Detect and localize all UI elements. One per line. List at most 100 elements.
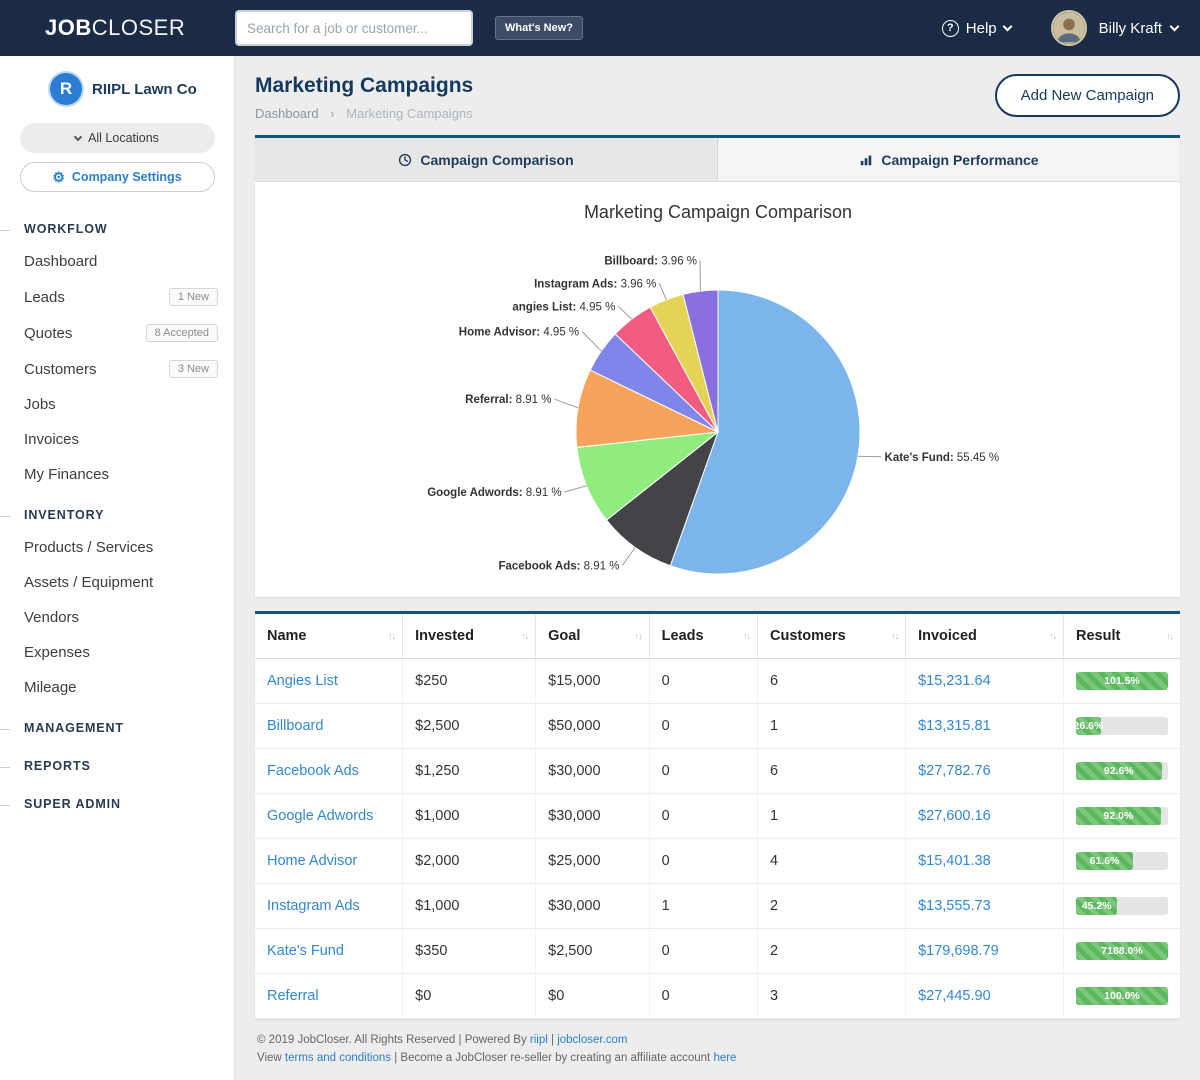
campaign-name-link[interactable]: Angies List xyxy=(267,673,338,689)
invoiced-amount-link[interactable]: $13,315.81 xyxy=(918,718,991,734)
sidebar-item-quotes[interactable]: Quotes8 Accepted xyxy=(0,315,234,351)
cell-customers: 3 xyxy=(757,974,905,1019)
cell-name: Facebook Ads xyxy=(255,749,403,794)
invoiced-amount-link[interactable]: $179,698.79 xyxy=(918,943,999,959)
nav-section-management[interactable]: MANAGEMENT xyxy=(0,705,234,743)
cell-invested: $350 xyxy=(403,929,536,974)
column-label: Goal xyxy=(548,628,580,644)
sidebar-item-dashboard[interactable]: Dashboard xyxy=(0,244,234,279)
sort-icon[interactable]: ↑↓ xyxy=(891,631,898,641)
campaign-name-link[interactable]: Billboard xyxy=(267,718,323,734)
sidebar-item-jobs[interactable]: Jobs xyxy=(0,387,234,422)
invoiced-amount-link[interactable]: $13,555.73 xyxy=(918,898,991,914)
result-progress-fill: 100.0% xyxy=(1076,987,1168,1005)
sort-icon[interactable]: ↑↓ xyxy=(635,631,642,641)
footer-text: View xyxy=(257,1052,285,1064)
column-header-customers[interactable]: Customers↑↓ xyxy=(757,614,905,659)
pie-chart-area: Marketing Campaign ComparisonKate's Fund… xyxy=(255,182,1180,597)
sort-icon[interactable]: ↑↓ xyxy=(1049,631,1056,641)
company-header: R RIIPL Lawn Co xyxy=(0,56,234,117)
result-progress-bar: 7188.0% xyxy=(1076,942,1168,960)
cell-goal: $0 xyxy=(536,974,650,1019)
page-header: Marketing Campaigns Dashboard › Marketin… xyxy=(255,74,1180,121)
chevron-down-icon xyxy=(1170,21,1180,31)
invoiced-amount-link[interactable]: $27,445.90 xyxy=(918,988,991,1004)
column-header-result[interactable]: Result↑↓ xyxy=(1064,614,1181,659)
tab-label: Campaign Comparison xyxy=(420,152,573,168)
main-content: Marketing Campaigns Dashboard › Marketin… xyxy=(235,56,1200,1080)
sidebar-item-expenses[interactable]: Expenses xyxy=(0,635,234,670)
sidebar-item-invoices[interactable]: Invoices xyxy=(0,422,234,457)
nav-section-reports[interactable]: REPORTS xyxy=(0,743,234,781)
sort-icon[interactable]: ↑↓ xyxy=(521,631,528,641)
campaign-name-link[interactable]: Google Adwords xyxy=(267,808,373,824)
nav-section-workflow[interactable]: WORKFLOW xyxy=(0,206,234,244)
company-logo: R xyxy=(50,73,82,105)
user-avatar[interactable] xyxy=(1051,10,1087,46)
affiliate-link[interactable]: here xyxy=(713,1052,736,1064)
sidebar-item-products-services[interactable]: Products / Services xyxy=(0,530,234,565)
sort-icon[interactable]: ↑↓ xyxy=(1166,631,1173,641)
locations-dropdown[interactable]: All Locations xyxy=(20,123,215,153)
sidebar-item-customers[interactable]: Customers3 New xyxy=(0,351,234,387)
sidebar-item-leads[interactable]: Leads1 New xyxy=(0,279,234,315)
table-row: Instagram Ads$1,000$30,00012$13,555.7345… xyxy=(255,884,1180,929)
bar-chart-icon xyxy=(859,153,873,167)
invoiced-amount-link[interactable]: $27,782.76 xyxy=(918,763,991,779)
sidebar-item-label: Dashboard xyxy=(24,253,218,270)
cell-result: 100.0% xyxy=(1064,974,1181,1019)
invoiced-amount-link[interactable]: $27,600.16 xyxy=(918,808,991,824)
nav-section-super-admin[interactable]: SUPER ADMIN xyxy=(0,781,234,819)
campaign-name-link[interactable]: Facebook Ads xyxy=(267,763,359,779)
tab-campaign-performance[interactable]: Campaign Performance xyxy=(717,138,1180,181)
help-menu[interactable]: ? Help xyxy=(942,20,1011,37)
footer-text: | Become a JobCloser re-seller by creati… xyxy=(391,1052,713,1064)
cell-result: 101.5% xyxy=(1064,659,1181,704)
riipl-link[interactable]: riipl xyxy=(530,1034,548,1046)
user-menu[interactable]: Billy Kraft xyxy=(1099,20,1178,37)
sidebar-item-assets-equipment[interactable]: Assets / Equipment xyxy=(0,565,234,600)
cell-invoiced: $13,555.73 xyxy=(906,884,1064,929)
company-settings-button[interactable]: ⚙ Company Settings xyxy=(20,162,215,192)
whats-new-button[interactable]: What's New? xyxy=(495,16,583,40)
cell-goal: $15,000 xyxy=(536,659,650,704)
column-header-name[interactable]: Name↑↓ xyxy=(255,614,403,659)
column-header-invoiced[interactable]: Invoiced↑↓ xyxy=(906,614,1064,659)
cell-goal: $30,000 xyxy=(536,749,650,794)
add-new-campaign-button[interactable]: Add New Campaign xyxy=(995,74,1180,117)
invoiced-amount-link[interactable]: $15,231.64 xyxy=(918,673,991,689)
campaign-name-link[interactable]: Home Advisor xyxy=(267,853,357,869)
result-progress-bar: 26.6% xyxy=(1076,717,1168,735)
tab-campaign-comparison[interactable]: Campaign Comparison xyxy=(255,138,717,181)
column-header-invested[interactable]: Invested↑↓ xyxy=(403,614,536,659)
sort-icon[interactable]: ↑↓ xyxy=(388,631,395,641)
breadcrumb-dashboard[interactable]: Dashboard xyxy=(255,106,319,121)
sidebar-item-badge: 3 New xyxy=(169,360,218,378)
nav-section-inventory[interactable]: INVENTORY xyxy=(0,492,234,530)
search-input[interactable] xyxy=(235,10,473,46)
campaign-name-link[interactable]: Instagram Ads xyxy=(267,898,360,914)
jobcloser-link[interactable]: jobcloser.com xyxy=(557,1034,627,1046)
cell-customers: 6 xyxy=(757,659,905,704)
terms-link[interactable]: terms and conditions xyxy=(285,1052,391,1064)
user-name: Billy Kraft xyxy=(1099,20,1162,37)
column-header-goal[interactable]: Goal ↑↓ xyxy=(536,614,650,659)
footer-line-1: © 2019 JobCloser. All Rights Reserved | … xyxy=(257,1032,1178,1050)
cell-result: 92.6% xyxy=(1064,749,1181,794)
chevron-down-icon xyxy=(74,133,82,141)
sidebar-item-mileage[interactable]: Mileage xyxy=(0,670,234,705)
cell-leads: 0 xyxy=(649,659,757,704)
app-logo[interactable]: JOBCLOSER xyxy=(0,15,235,41)
sort-icon[interactable]: ↑↓ xyxy=(743,631,750,641)
column-header-leads[interactable]: Leads↑↓ xyxy=(649,614,757,659)
invoiced-amount-link[interactable]: $15,401.38 xyxy=(918,853,991,869)
campaign-name-link[interactable]: Kate's Fund xyxy=(267,943,344,959)
logo-text-bold: JOB xyxy=(45,15,92,40)
sidebar-item-my-finances[interactable]: My Finances xyxy=(0,457,234,492)
result-progress-fill: 7188.0% xyxy=(1076,942,1168,960)
campaign-name-link[interactable]: Referral xyxy=(267,988,319,1004)
sidebar-item-label: Customers xyxy=(24,361,169,378)
table-row: Facebook Ads$1,250$30,00006$27,782.7692.… xyxy=(255,749,1180,794)
sidebar-item-label: Jobs xyxy=(24,396,218,413)
sidebar-item-vendors[interactable]: Vendors xyxy=(0,600,234,635)
